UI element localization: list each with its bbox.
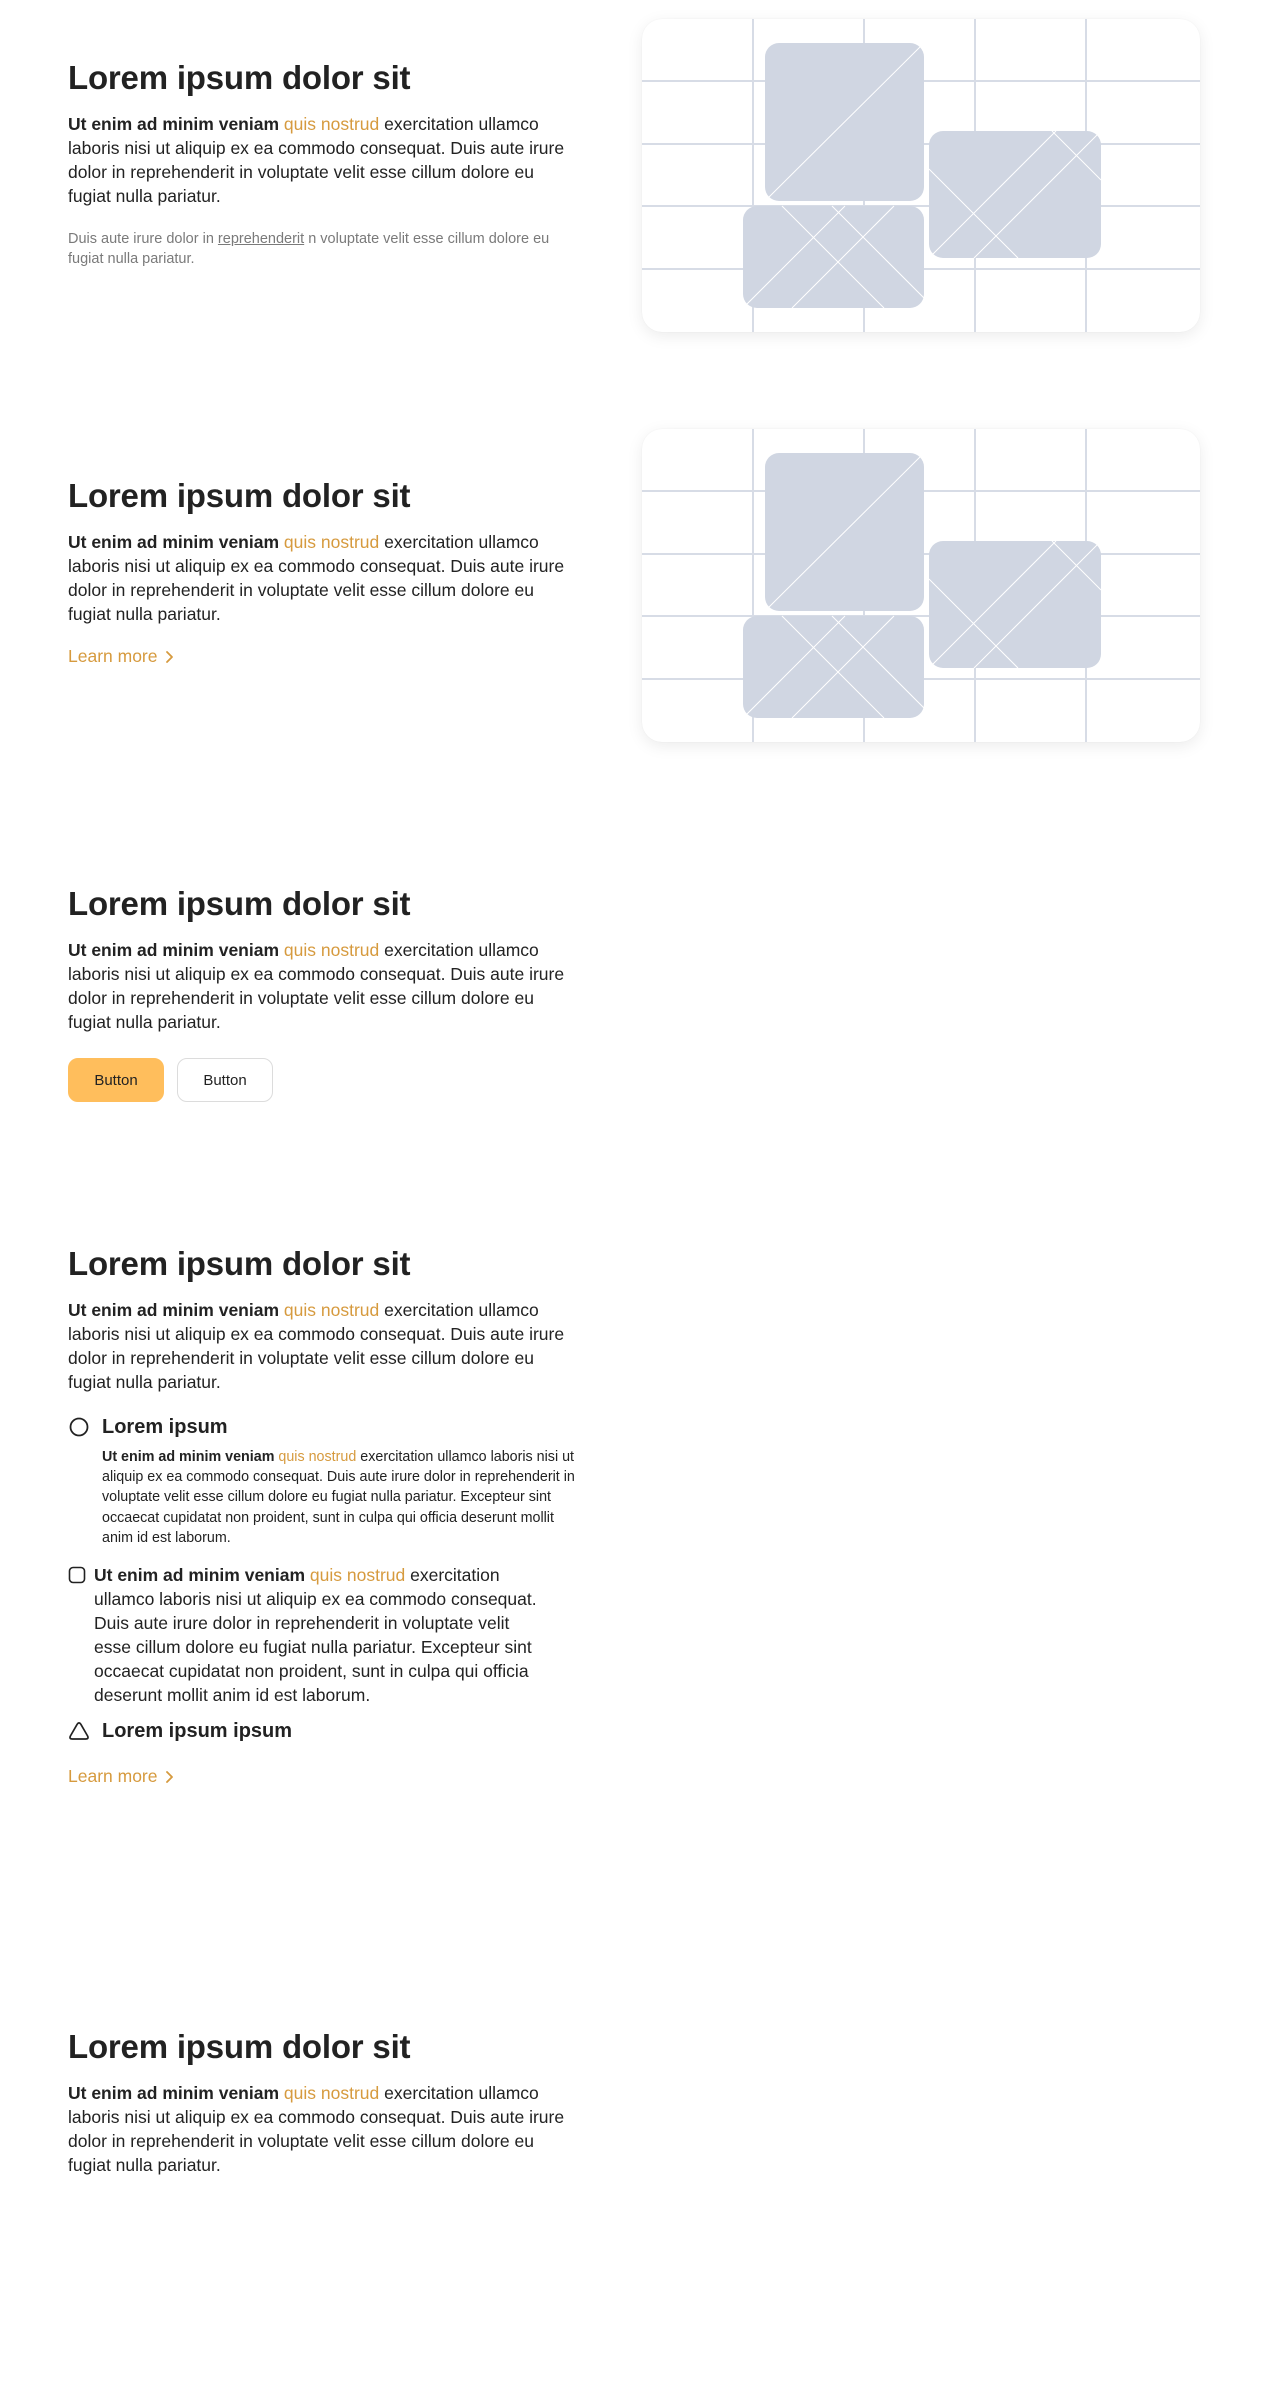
lead-accent: quis nostrud bbox=[283, 1300, 380, 1320]
feature-body-accent: quis nostrud bbox=[309, 1565, 406, 1586]
section-lead: Ut enim ad minim veniam quis nostrud exe… bbox=[68, 938, 568, 1034]
section-title: Lorem ipsum dolor sit bbox=[68, 885, 411, 922]
feature-title: Lorem ipsum bbox=[102, 1416, 228, 1438]
section-title: Lorem ipsum dolor sit bbox=[68, 59, 411, 96]
lead-accent: quis nostrud bbox=[283, 532, 380, 552]
note-text: Duis aute irure dolor in bbox=[68, 231, 214, 247]
lead-bold: Ut enim ad minim veniam bbox=[68, 532, 280, 552]
placeholder-illustration bbox=[642, 429, 1200, 742]
triangle-icon bbox=[68, 1720, 90, 1742]
learn-more-link[interactable]: Learn more bbox=[68, 1766, 176, 1787]
learn-more-link[interactable]: Learn more bbox=[68, 646, 176, 667]
chevron-right-icon bbox=[165, 650, 173, 663]
feature-body: Ut enim ad minim veniam quis nostrud exe… bbox=[102, 1447, 587, 1548]
feature-item: Lorem ipsum ipsum bbox=[68, 1718, 568, 1744]
illustration-card-2 bbox=[642, 429, 1200, 742]
section-1: Lorem ipsum dolor sit Ut enim ad minim v… bbox=[68, 58, 568, 269]
feature-body: Ut enim ad minim veniam quis nostrud exe… bbox=[94, 1563, 539, 1707]
section-lead: Ut enim ad minim veniam quis nostrud exe… bbox=[68, 1298, 568, 1394]
section-4: Lorem ipsum dolor sit Ut enim ad minim v… bbox=[68, 1244, 575, 1787]
section-lead: Ut enim ad minim veniam quis nostrud exe… bbox=[68, 112, 568, 208]
feature-body-bold: Ut enim ad minim veniam bbox=[102, 1449, 275, 1465]
square-icon bbox=[68, 1566, 86, 1584]
section-note: Duis aute irure dolor in reprehenderit n… bbox=[68, 229, 568, 269]
learn-more-label: Learn more bbox=[68, 646, 158, 666]
placeholder-illustration bbox=[642, 19, 1200, 332]
lead-bold: Ut enim ad minim veniam bbox=[68, 114, 280, 134]
feature-item: Lorem ipsum Ut enim ad minim veniam quis… bbox=[68, 1414, 575, 1548]
section-title: Lorem ipsum dolor sit bbox=[68, 2028, 411, 2065]
section-lead: Ut enim ad minim veniam quis nostrud exe… bbox=[68, 2081, 568, 2177]
button-group: Button Button bbox=[68, 1058, 568, 1102]
lead-accent: quis nostrud bbox=[283, 940, 380, 960]
circle-icon bbox=[68, 1416, 90, 1438]
lead-bold: Ut enim ad minim veniam bbox=[68, 2083, 280, 2103]
section-title: Lorem ipsum dolor sit bbox=[68, 1245, 411, 1282]
feature-body-bold: Ut enim ad minim veniam bbox=[94, 1565, 306, 1586]
feature-body-accent: quis nostrud bbox=[278, 1449, 357, 1465]
chevron-right-icon bbox=[165, 1770, 173, 1783]
lead-accent: quis nostrud bbox=[283, 2083, 380, 2103]
learn-more-label: Learn more bbox=[68, 1766, 158, 1787]
lead-bold: Ut enim ad minim veniam bbox=[68, 940, 280, 960]
feature-body-text: exercitation ullamco laboris nisi ut ali… bbox=[94, 1565, 537, 1706]
primary-button[interactable]: Button bbox=[68, 1058, 164, 1102]
section-title: Lorem ipsum dolor sit bbox=[68, 477, 411, 514]
section-2: Lorem ipsum dolor sit Ut enim ad minim v… bbox=[68, 476, 568, 667]
secondary-button[interactable]: Button bbox=[177, 1058, 273, 1102]
feature-item: Ut enim ad minim veniam quis nostrud exe… bbox=[68, 1563, 568, 1707]
note-link[interactable]: reprehenderit bbox=[218, 231, 304, 247]
section-5: Lorem ipsum dolor sit Ut enim ad minim v… bbox=[68, 2027, 568, 2177]
section-3: Lorem ipsum dolor sit Ut enim ad minim v… bbox=[68, 884, 568, 1102]
feature-title: Lorem ipsum ipsum bbox=[102, 1720, 293, 1743]
illustration-card-1 bbox=[642, 19, 1200, 332]
lead-bold: Ut enim ad minim veniam bbox=[68, 1300, 280, 1320]
lead-accent: quis nostrud bbox=[283, 114, 380, 134]
section-lead: Ut enim ad minim veniam quis nostrud exe… bbox=[68, 530, 568, 626]
